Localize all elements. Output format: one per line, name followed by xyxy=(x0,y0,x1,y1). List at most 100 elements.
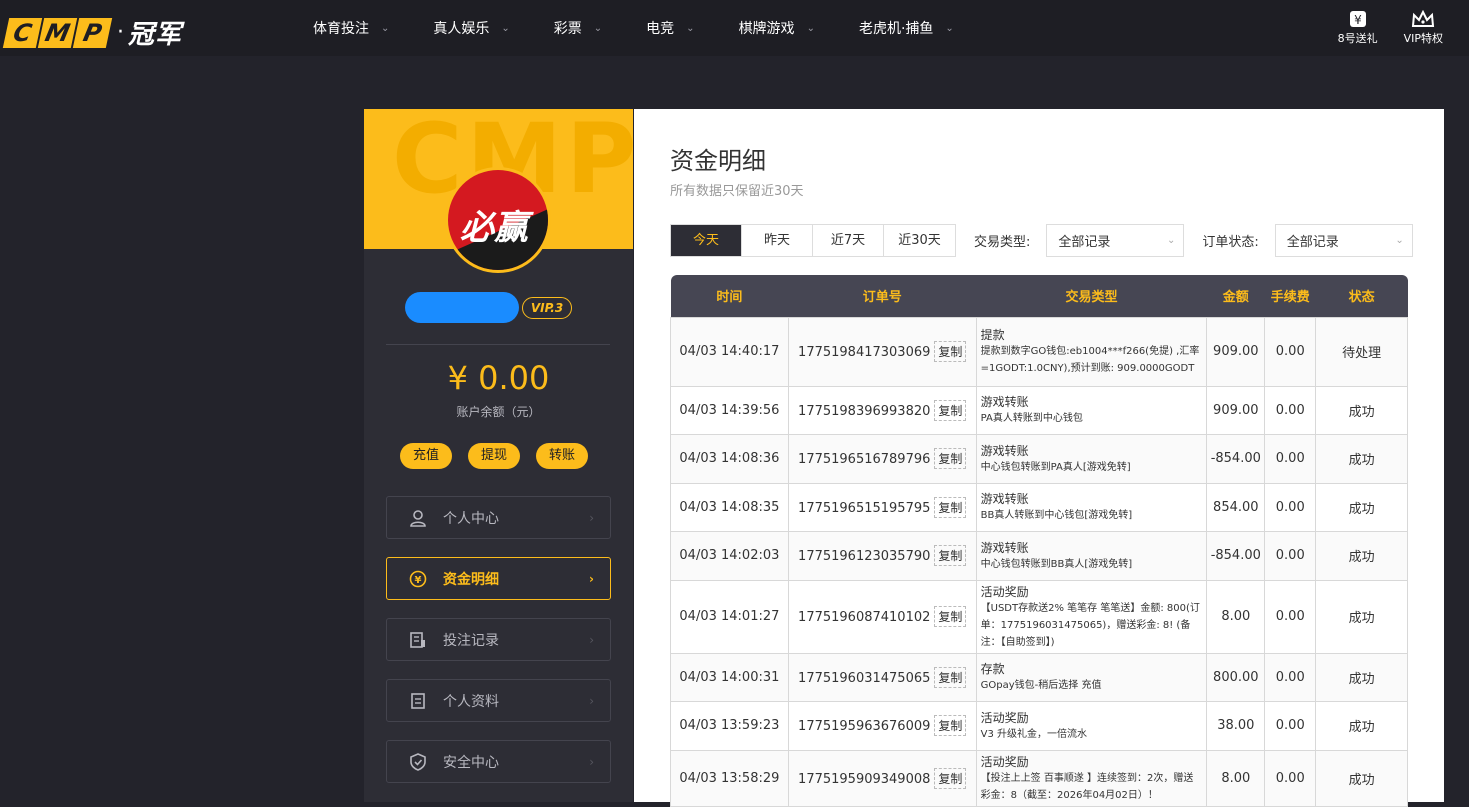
cell-transaction-type: 游戏转账 中心钱包转账到PA真人[游戏免转] xyxy=(975,433,1208,484)
copy-button[interactable]: 复制 xyxy=(934,399,967,421)
transaction-type: 游戏转账 xyxy=(980,540,1029,555)
transaction-type: 活动奖励 xyxy=(980,754,1029,769)
order-number: 1775196087410102 xyxy=(798,610,931,625)
menu-item-fund-details[interactable]: ¥ 资金明细 › xyxy=(386,557,611,600)
col-order-number: 订单号 xyxy=(788,275,977,317)
site-logo[interactable]: C M P · 冠军 xyxy=(2,14,183,51)
copy-button[interactable]: 复制 xyxy=(934,496,967,518)
transaction-type: 游戏转账 xyxy=(980,395,1029,409)
account-menu: 个人中心 › ¥ 资金明细 › 投注记录 › 个人资料 › 安全中心 › xyxy=(386,496,611,801)
copy-button[interactable]: 复制 xyxy=(934,545,967,566)
chevron-down-icon: ⌄ xyxy=(686,22,695,34)
cell-fee: 0.00 xyxy=(1264,749,1317,807)
profile-icon xyxy=(409,692,427,710)
account-sidebar: CMP 必赢 VIP.3 ¥ 0.00 账户余额（元） 充值 提现 转账 个人中… xyxy=(364,109,633,802)
chevron-down-icon: ⌄ xyxy=(945,22,954,34)
order-number: 1775198417303069 xyxy=(798,345,931,360)
cell-order: 1775196087410102 复制 xyxy=(787,579,977,654)
tab-today[interactable]: 今天 xyxy=(671,225,742,256)
chevron-right-icon: › xyxy=(589,571,594,586)
logo-champ: 冠军 xyxy=(128,20,183,50)
nav-item-sports[interactable]: 体育投注 ⌄ xyxy=(313,18,389,38)
cell-status: 成功 xyxy=(1315,530,1408,581)
divider xyxy=(386,344,610,345)
page-subtitle: 所有数据只保留近30天 xyxy=(670,184,804,199)
vip-link[interactable]: VIP特权 xyxy=(1404,8,1443,46)
cell-amount: 8.00 xyxy=(1206,749,1266,807)
table-row: 04/03 13:59:23 1775195963676009 复制 活动奖励 V3 升… xyxy=(670,700,1408,751)
cell-amount: -854.00 xyxy=(1206,530,1266,581)
order-number: 1775198396993820 xyxy=(798,403,931,419)
cell-transaction-type: 存款 GOpay钱包-稍后选择 充值 xyxy=(975,652,1208,702)
cell-order: 1775195963676009 复制 xyxy=(787,700,977,751)
tab-7-days[interactable]: 近7天 xyxy=(813,225,884,256)
chevron-right-icon: › xyxy=(589,632,594,647)
nav-item-chess-games[interactable]: 棋牌游戏 ⌄ xyxy=(739,18,815,38)
nav-item-live-casino[interactable]: 真人娱乐 ⌄ xyxy=(433,18,509,38)
cell-time: 04/03 14:40:17 xyxy=(670,316,789,387)
main-nav: 体育投注 ⌄ 真人娱乐 ⌄ 彩票 ⌄ 电竞 ⌄ 棋牌游戏 ⌄ 老虎机·捕鱼 ⌄ xyxy=(313,18,998,38)
transaction-type: 活动奖励 xyxy=(980,584,1029,599)
cell-transaction-type: 游戏转账 PA真人转账到中心钱包 xyxy=(975,385,1208,435)
table-row: 04/03 14:02:03 1775196123035790 复制 游戏转账 中心钱包… xyxy=(670,530,1408,581)
cell-order: 1775196516789796 复制 xyxy=(787,433,977,484)
gift-link[interactable]: ¥ 8号送礼 xyxy=(1338,8,1378,46)
table-row: 04/03 14:40:17 1775198417303069 复制 提款提款到数字G… xyxy=(670,316,1408,387)
copy-button[interactable]: 复制 xyxy=(934,606,967,627)
deposit-button[interactable]: 充值 xyxy=(400,443,452,469)
cell-time: 04/03 14:08:35 xyxy=(670,482,789,532)
cell-time: 04/03 14:01:27 xyxy=(670,579,789,654)
menu-item-bet-records[interactable]: 投注记录 › xyxy=(386,618,611,661)
cell-status: 成功 xyxy=(1315,579,1408,654)
cell-order: 1775196031475065 复制 xyxy=(787,652,977,702)
wallet-actions: 充值 提现 转账 xyxy=(400,443,588,469)
transfer-button[interactable]: 转账 xyxy=(536,443,588,469)
cell-amount: 854.00 xyxy=(1206,482,1266,532)
transaction-detail: 提款到数字GO钱包:eb1004***f266(免提) ,汇率=1GODT:1.… xyxy=(980,346,1200,374)
cell-time: 04/03 14:02:03 xyxy=(670,530,789,581)
copy-button[interactable]: 复制 xyxy=(934,715,967,736)
col-transaction-type: 交易类型 xyxy=(976,275,1207,317)
balance-label: 账户余额（元） xyxy=(456,405,541,419)
cell-transaction-type: 活动奖励 V3 升级礼金，一倍流水 xyxy=(975,700,1208,751)
tab-yesterday[interactable]: 昨天 xyxy=(742,225,813,256)
menu-item-security[interactable]: 安全中心 › xyxy=(386,740,611,783)
transaction-type: 提款 xyxy=(980,328,1005,342)
vip-badge: VIP.3 xyxy=(522,297,572,319)
menu-item-personal-center[interactable]: 个人中心 › xyxy=(386,496,611,539)
date-tabs: 今天 昨天 近7天 近30天 xyxy=(670,224,956,257)
copy-button[interactable]: 复制 xyxy=(934,666,967,688)
cell-time: 04/03 14:00:31 xyxy=(670,652,789,702)
copy-button[interactable]: 复制 xyxy=(934,341,967,362)
transaction-type-label: 交易类型: xyxy=(974,235,1031,250)
menu-item-profile[interactable]: 个人资料 › xyxy=(386,679,611,722)
withdraw-button[interactable]: 提现 xyxy=(468,443,520,469)
col-time: 时间 xyxy=(670,275,789,317)
copy-button[interactable]: 复制 xyxy=(934,767,967,789)
cell-fee: 0.00 xyxy=(1264,433,1317,484)
avatar-text: 必赢 xyxy=(460,208,528,248)
chevron-down-icon: ⌄ xyxy=(593,22,603,34)
order-status-select[interactable]: 全部记录 ⌄ xyxy=(1274,224,1413,257)
cell-order: 1775196515195795 复制 xyxy=(787,482,977,532)
transaction-detail: 【USDT存款送2% 笔笔存 笔笔送】金额: 800(订单：1775196031… xyxy=(980,602,1200,648)
copy-button[interactable]: 复制 xyxy=(934,448,967,469)
col-amount: 金额 xyxy=(1206,275,1265,317)
cell-order: 1775196123035790 复制 xyxy=(787,530,977,581)
nav-item-esports[interactable]: 电竞 ⌄ xyxy=(646,18,694,38)
transaction-detail: 【投注上上签 百事顺遂 】连续签到：2次，赠送彩金：8（截至：2026年04月0… xyxy=(980,772,1194,801)
chevron-right-icon: › xyxy=(589,693,594,708)
transaction-type: 活动奖励 xyxy=(980,710,1029,725)
cell-fee: 0.00 xyxy=(1264,482,1317,532)
chevron-down-icon: ⌄ xyxy=(501,22,510,34)
avatar[interactable]: 必赢 xyxy=(445,167,551,273)
table-row: 04/03 14:08:35 1775196515195795 复制 游戏转账 BB真人… xyxy=(670,482,1408,532)
transaction-type-select[interactable]: 全部记录 ⌄ xyxy=(1046,224,1185,257)
coin-icon: ¥ xyxy=(409,570,427,588)
nav-item-lottery[interactable]: 彩票 ⌄ xyxy=(554,18,602,38)
cell-transaction-type: 活动奖励【USDT存款送2% 笔笔存 笔笔送】金额: 800(订单：177519… xyxy=(975,579,1208,654)
tab-30-days[interactable]: 近30天 xyxy=(884,225,955,256)
col-fee: 手续费 xyxy=(1264,275,1316,317)
cell-status: 成功 xyxy=(1315,700,1408,751)
nav-item-slots-fishing[interactable]: 老虎机·捕鱼 ⌄ xyxy=(859,18,954,38)
